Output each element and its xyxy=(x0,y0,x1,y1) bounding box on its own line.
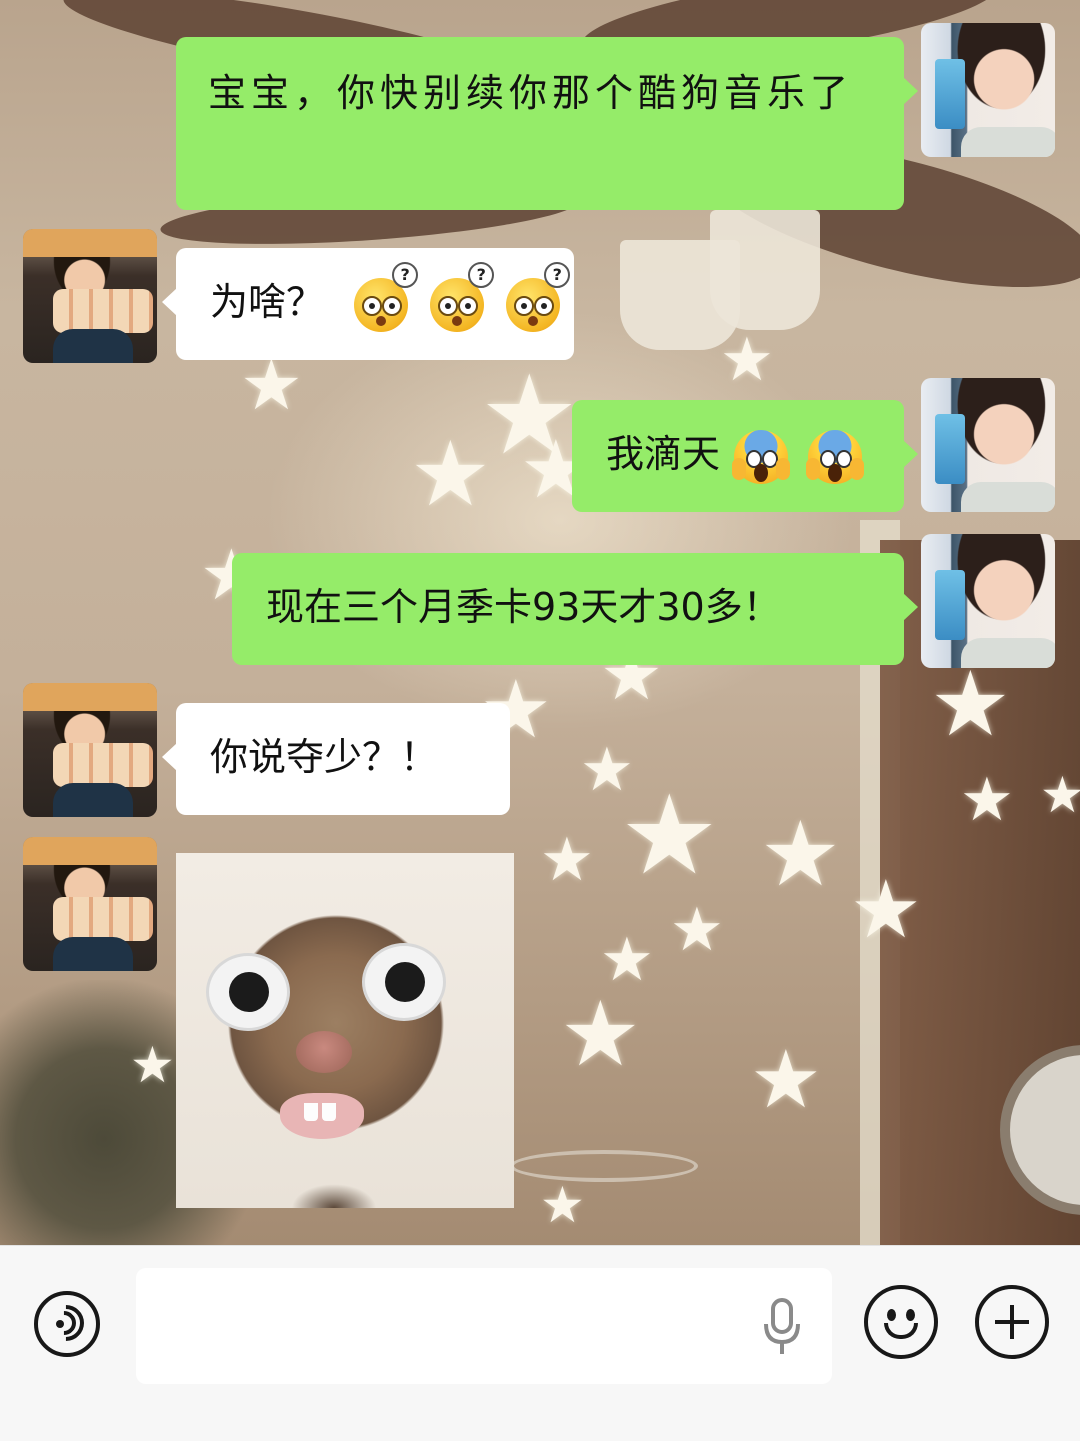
message-text: 我滴天 xyxy=(606,432,721,476)
contact-avatar[interactable] xyxy=(23,837,157,971)
my-avatar[interactable] xyxy=(921,378,1055,512)
confused-face-emoji: ? xyxy=(354,261,419,332)
screaming-face-emoji xyxy=(732,429,791,484)
contact-avatar[interactable] xyxy=(23,683,157,817)
message-text: 为啥？ xyxy=(210,280,325,324)
sent-message-bubble[interactable]: 我滴天 xyxy=(572,400,918,512)
my-avatar[interactable] xyxy=(921,534,1055,668)
received-message-bubble[interactable]: 你说夺少？！ xyxy=(162,703,510,815)
voice-icon[interactable] xyxy=(34,1291,100,1357)
message-input[interactable] xyxy=(136,1268,832,1384)
message-text: 宝宝，你快别续你那个酷狗音乐了 xyxy=(208,71,854,115)
surprised-cat-sticker[interactable] xyxy=(176,853,514,1208)
chat-input-bar xyxy=(0,1245,1080,1441)
contact-avatar[interactable] xyxy=(23,229,157,363)
received-message-bubble[interactable]: 为啥？ ? ? ? xyxy=(162,248,574,360)
confused-face-emoji: ? xyxy=(430,261,495,332)
plus-icon[interactable] xyxy=(975,1285,1049,1359)
my-avatar[interactable] xyxy=(921,23,1055,157)
message-text: 现在三个月季卡93天才30多！ xyxy=(266,585,781,629)
chat-message-list[interactable]: 宝宝，你快别续你那个酷狗音乐了 为啥？ ? ? ? 我滴天 现在三个月季卡93天… xyxy=(0,0,1080,1245)
emoji-icon[interactable] xyxy=(864,1285,938,1359)
sent-message-bubble[interactable]: 现在三个月季卡93天才30多！ xyxy=(232,553,918,665)
screaming-face-emoji xyxy=(806,429,865,484)
message-text: 你说夺少？！ xyxy=(210,735,439,779)
confused-face-emoji: ? xyxy=(506,261,571,332)
microphone-icon[interactable] xyxy=(762,1298,802,1358)
sent-message-bubble[interactable]: 宝宝，你快别续你那个酷狗音乐了 xyxy=(176,37,918,210)
